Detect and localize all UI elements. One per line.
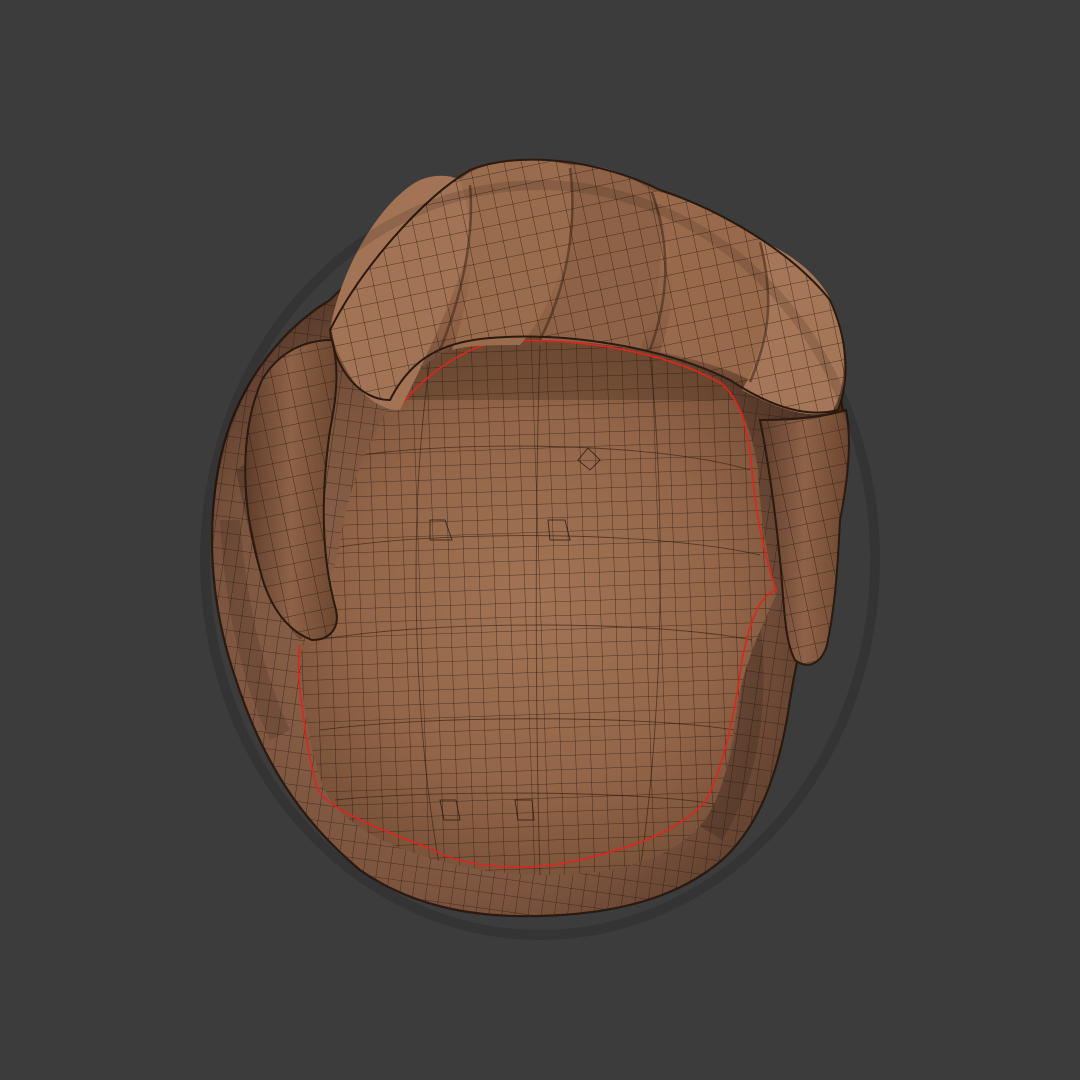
viewport-canvas	[0, 0, 1080, 1080]
3d-viewport[interactable]	[0, 0, 1080, 1080]
